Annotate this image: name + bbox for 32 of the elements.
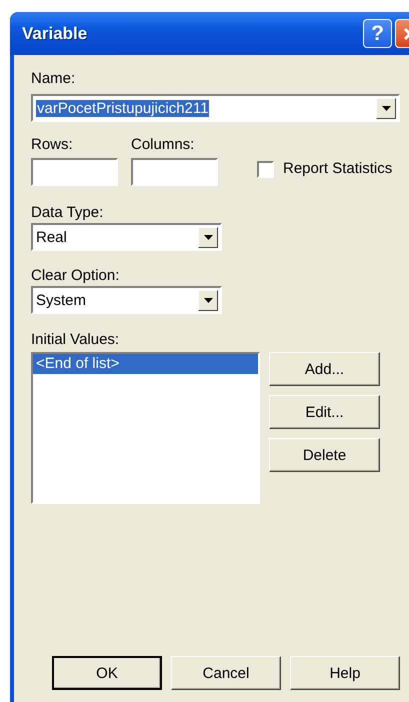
action-button[interactable]: Edit... (269, 395, 380, 429)
field-label: Rows: (31, 135, 73, 155)
field-value: System (36, 292, 86, 308)
field-label: Name: (31, 69, 76, 89)
input-field[interactable] (131, 158, 218, 186)
dropdown-button[interactable] (376, 98, 396, 118)
window-title: Variable (21, 24, 88, 44)
input-field[interactable] (31, 158, 118, 186)
field-label: Initial Values: (31, 330, 120, 350)
dialog-button[interactable]: OK (52, 656, 162, 690)
action-button[interactable]: Add... (269, 352, 380, 386)
dropdown-button[interactable] (198, 290, 218, 310)
checkbox[interactable] (257, 160, 274, 178)
caret-icon (382, 106, 390, 110)
list-box[interactable]: <End of list> (31, 352, 260, 504)
help-button[interactable]: ? (363, 19, 392, 48)
dialog-button[interactable]: Help (290, 656, 400, 690)
dialog-button[interactable]: Cancel (171, 656, 281, 690)
field-label: Data Type: (31, 203, 104, 223)
caret-icon (204, 298, 212, 302)
dropdown-button[interactable] (198, 226, 218, 248)
caret-icon (204, 234, 212, 240)
action-button[interactable]: Delete (269, 438, 380, 472)
dropdown-field[interactable]: System (31, 286, 222, 314)
field-label: Clear Option: (31, 266, 120, 286)
dropdown-field[interactable]: Real (31, 223, 222, 251)
list-item[interactable]: <End of list> (33, 354, 258, 374)
field-label: Columns: (131, 135, 194, 155)
checkbox-label: Report Statistics (283, 159, 392, 179)
dropdown-field[interactable]: varPocetPristupujicich211 (31, 94, 400, 122)
field-value: Real (36, 228, 67, 246)
field-value: varPocetPristupujicich211 (36, 100, 210, 116)
